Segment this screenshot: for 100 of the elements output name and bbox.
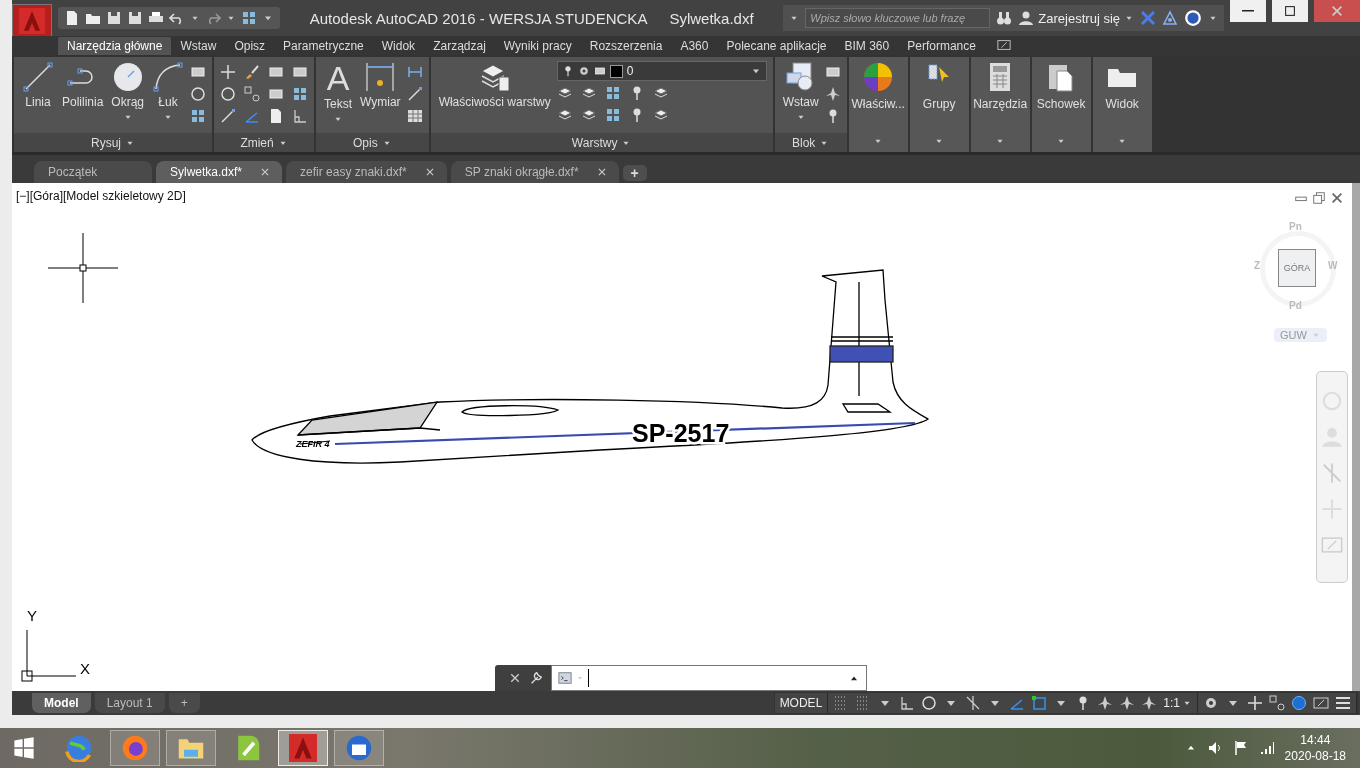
grid-icon[interactable] — [190, 108, 207, 124]
rect-icon[interactable] — [268, 64, 285, 80]
restore-icon[interactable] — [1312, 191, 1326, 205]
command-field[interactable] — [551, 665, 867, 691]
close-icon[interactable] — [1330, 191, 1344, 205]
circle-icon[interactable] — [1291, 695, 1307, 711]
ribbon-button[interactable]: A Tekst — [322, 61, 355, 124]
ribbon-tab[interactable]: A360 — [671, 37, 718, 55]
ribbon-button[interactable]: Okrąg — [109, 61, 147, 122]
sign-in-button[interactable]: Zarejestruj się — [1018, 10, 1134, 26]
star-icon[interactable] — [1119, 695, 1136, 711]
ribbon-tab[interactable]: Wstaw — [171, 37, 226, 55]
shapes-icon[interactable] — [244, 86, 261, 102]
ribbon-tab[interactable]: Polecane aplikacje — [717, 37, 836, 55]
new-file-icon[interactable] — [64, 10, 80, 26]
binoculars-icon[interactable] — [996, 10, 1013, 26]
rect-icon[interactable] — [824, 64, 841, 80]
panel-title[interactable]: Zmień — [214, 133, 315, 152]
workspace-icon[interactable] — [241, 10, 257, 26]
ribbon-tab[interactable]: Parametryczne — [274, 37, 373, 55]
plus-icon[interactable] — [1247, 695, 1263, 711]
rect-icon[interactable] — [292, 64, 309, 80]
shapes-icon[interactable] — [1269, 695, 1285, 711]
circle-icon[interactable] — [220, 86, 237, 102]
document-tab[interactable]: Sylwetka.dxf* — [156, 161, 283, 183]
collapsed-panel[interactable]: Grupy — [909, 57, 969, 152]
save-as-icon[interactable] — [127, 10, 143, 26]
fullscreen-icon[interactable] — [1313, 695, 1329, 711]
panel-title[interactable]: Opis — [316, 133, 429, 152]
application-menu-button[interactable] — [12, 4, 52, 38]
taskbar-app-button[interactable] — [334, 730, 384, 766]
settings-icon[interactable] — [1203, 695, 1219, 711]
taskbar-app-button[interactable] — [278, 730, 328, 766]
layout-tab[interactable]: Layout 1 — [94, 693, 165, 713]
flag-icon[interactable] — [1232, 740, 1249, 756]
corner-icon[interactable] — [292, 108, 309, 124]
line-icon[interactable] — [220, 108, 237, 124]
ribbon-tab[interactable]: Wyniki pracy — [494, 37, 581, 55]
ribbon-button[interactable]: Linia — [20, 61, 56, 110]
ribbon-button[interactable]: Polilinia — [60, 61, 106, 110]
speaker-icon[interactable] — [1206, 740, 1223, 756]
ribbon-tab[interactable]: Opisz — [225, 37, 275, 55]
search-field[interactable]: Wpisz słowo kluczowe lub frazę — [805, 8, 991, 28]
panel-title[interactable]: Warstwy — [430, 133, 773, 152]
ribbon-tab[interactable]: Performance — [898, 37, 985, 55]
ribbon-tab[interactable]: Zarządzaj — [424, 37, 495, 55]
dimension-icon[interactable] — [406, 64, 423, 80]
maximize-button[interactable] — [1272, 0, 1308, 22]
ribbon-button[interactable]: Właściwości warstwy — [436, 61, 553, 110]
layer-tool-icon[interactable] — [604, 85, 621, 101]
layer-tool-icon[interactable] — [604, 107, 621, 123]
model-space-button[interactable]: MODEL — [774, 693, 829, 713]
ribbon-tab[interactable]: Rozszerzenia — [580, 37, 672, 55]
crossed-lines-icon[interactable] — [965, 695, 982, 711]
ribbon-tab[interactable]: BIM 360 — [835, 37, 899, 55]
document-tab[interactable]: Początek — [34, 161, 152, 183]
star-icon[interactable] — [1141, 695, 1158, 711]
help-icon[interactable] — [1184, 9, 1202, 27]
layout-tab[interactable]: Model — [32, 693, 91, 713]
panel-title[interactable]: Blok — [774, 133, 847, 152]
table-icon[interactable] — [406, 108, 423, 124]
annotation-scale-button[interactable]: 1:1 — [1163, 696, 1192, 710]
menu-icon[interactable] — [1335, 695, 1351, 711]
circle-icon[interactable] — [190, 86, 207, 102]
ribbon-tab[interactable]: Narzędzia główne — [58, 37, 172, 55]
collapsed-panel[interactable]: Schowek — [1031, 57, 1091, 152]
new-layout-button[interactable]: + — [168, 693, 200, 713]
windows-start-icon[interactable] — [13, 737, 35, 759]
rect-icon[interactable] — [268, 86, 285, 102]
ribbon-tab[interactable]: Widok — [372, 37, 425, 55]
viewport-label[interactable]: [−][Góra][Model szkieletowy 2D] — [12, 183, 190, 203]
panel-title[interactable]: Rysuj — [14, 133, 213, 152]
collapsed-panel[interactable]: Widok — [1092, 57, 1152, 152]
arrows-icon[interactable] — [220, 64, 237, 80]
ribbon-button[interactable]: Wstaw — [780, 61, 821, 122]
ribbon-button[interactable]: Łuk — [150, 61, 187, 122]
new-tab-button[interactable]: + — [622, 165, 647, 181]
panel-toggle-icon[interactable] — [996, 38, 1011, 52]
save-icon[interactable] — [106, 10, 122, 26]
collapsed-panel[interactable]: Właściw... — [848, 57, 908, 152]
polar-icon[interactable] — [921, 695, 938, 711]
layer-dropdown[interactable]: 0 — [556, 61, 767, 81]
clock[interactable]: 14:44 2020-08-18 — [1284, 732, 1346, 764]
collapsed-panel[interactable]: Narzędzia — [970, 57, 1030, 152]
rect-icon[interactable] — [190, 64, 207, 80]
document-tab[interactable]: zefir easy znaki.dxf* — [286, 161, 447, 183]
brush-icon[interactable] — [244, 64, 261, 80]
line-icon[interactable] — [406, 86, 423, 102]
minimize-button[interactable] — [1230, 0, 1266, 22]
view-cube-face[interactable]: GÓRA — [1278, 249, 1316, 287]
prompt-icon[interactable] — [558, 671, 572, 685]
ribbon-button[interactable]: Wymiar — [358, 61, 403, 110]
star-icon[interactable] — [1097, 695, 1114, 711]
document-tab[interactable]: SP znaki okrągłe.dxf* — [450, 161, 619, 183]
signal-icon[interactable] — [1258, 740, 1275, 756]
square-icon[interactable] — [1031, 695, 1048, 711]
triangle-icon[interactable] — [1162, 10, 1178, 26]
ortho-icon[interactable] — [899, 695, 916, 711]
wrench-icon[interactable] — [529, 671, 543, 685]
grid-icon[interactable] — [292, 86, 309, 102]
